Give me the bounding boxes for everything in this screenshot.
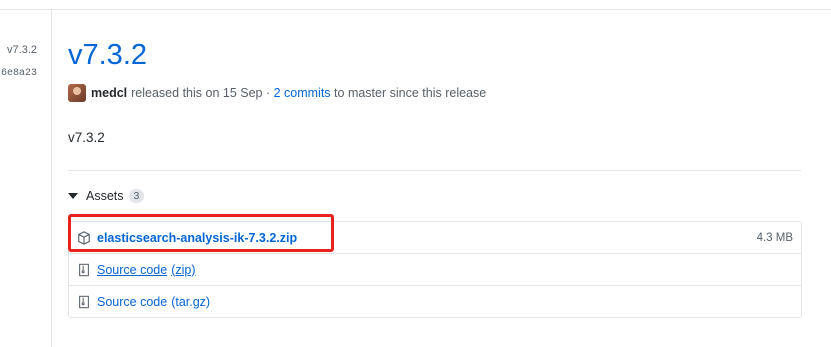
timeline-line [51, 10, 52, 347]
source-code-zip-link[interactable]: Source code [97, 263, 167, 277]
file-zip-icon [77, 263, 91, 277]
assets-list: elasticsearch-analysis-ik-7.3.2.zip 4.3 … [68, 221, 802, 318]
caret-down-icon [68, 193, 78, 199]
asset-download-link[interactable]: elasticsearch-analysis-ik-7.3.2.zip [97, 231, 297, 245]
source-code-zip-format[interactable]: (zip) [171, 263, 195, 277]
assets-count-badge: 3 [128, 189, 145, 203]
commits-suffix: to master since this release [334, 86, 487, 100]
divider [68, 170, 801, 171]
source-code-targz-link[interactable]: Source code [97, 295, 167, 309]
release-meta: medcl released this on 15 Sep · 2 commit… [68, 84, 486, 102]
release-title[interactable]: v7.3.2 [68, 38, 147, 73]
source-code-targz-format[interactable]: (tar.gz) [171, 295, 210, 309]
asset-row: Source code (tar.gz) [69, 286, 801, 317]
asset-row: Source code (zip) [69, 254, 801, 286]
commits-link[interactable]: 2 commits [274, 86, 331, 100]
assets-toggle[interactable]: Assets 3 [68, 189, 145, 203]
sidebar-commit-sha[interactable]: 6e8a23 [1, 69, 37, 79]
top-divider [0, 9, 831, 10]
author-link[interactable]: medcl [91, 86, 127, 100]
asset-row: elasticsearch-analysis-ik-7.3.2.zip 4.3 … [69, 222, 801, 254]
release-body: v7.3.2 [68, 130, 105, 145]
assets-label: Assets [86, 189, 124, 203]
sidebar-tag[interactable]: v7.3.2 [7, 45, 37, 56]
released-text: released this on 15 Sep · [131, 86, 271, 100]
package-icon [77, 230, 91, 245]
avatar[interactable] [68, 84, 86, 102]
file-zip-icon [77, 295, 91, 309]
asset-size: 4.3 MB [756, 231, 793, 244]
